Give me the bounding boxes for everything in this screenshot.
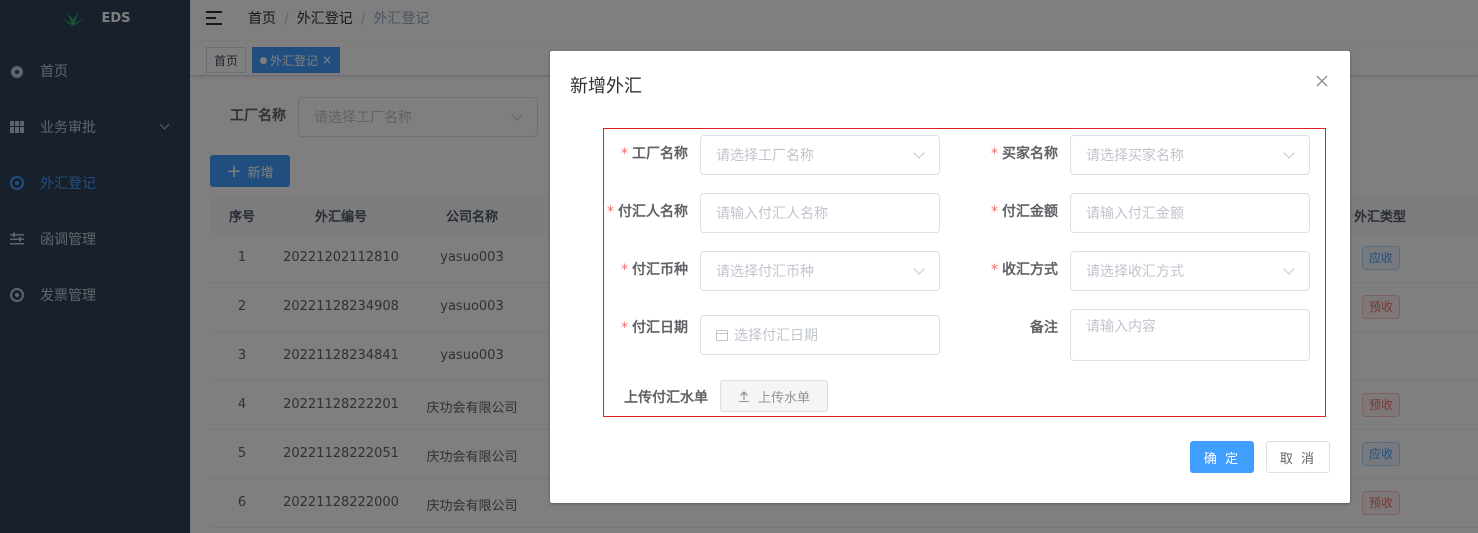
buyer-label: * 买家名称 bbox=[991, 146, 1058, 162]
factory-label: * 工厂名称 bbox=[621, 146, 688, 162]
date-picker[interactable]: 选择付汇日期 bbox=[700, 315, 940, 355]
payer-placeholder: 请输入付汇人名称 bbox=[716, 206, 828, 222]
confirm-button[interactable]: 确 定 bbox=[1190, 441, 1254, 473]
dialog-title: 新增外汇 bbox=[570, 76, 642, 97]
date-placeholder: 选择付汇日期 bbox=[734, 328, 818, 344]
chevron-down-icon bbox=[913, 147, 925, 159]
upload-label: 上传付汇水单 bbox=[624, 390, 708, 406]
buyer-placeholder: 请选择买家名称 bbox=[1086, 148, 1184, 164]
remark-placeholder: 请输入内容 bbox=[1086, 319, 1156, 335]
receive-method-placeholder: 请选择收汇方式 bbox=[1086, 264, 1184, 280]
amount-label: * 付汇金额 bbox=[991, 204, 1058, 220]
currency-label: * 付汇币种 bbox=[621, 262, 688, 278]
upload-button-label: 上传水单 bbox=[757, 390, 810, 406]
remark-label: 备注 bbox=[1030, 320, 1058, 336]
receive-method-label: * 收汇方式 bbox=[991, 262, 1058, 278]
date-label: * 付汇日期 bbox=[621, 320, 688, 336]
chevron-down-icon bbox=[1283, 147, 1295, 159]
currency-select[interactable]: 请选择付汇币种 bbox=[700, 251, 940, 291]
factory-select[interactable]: 请选择工厂名称 bbox=[700, 135, 940, 175]
add-forex-dialog: 新增外汇 * 工厂名称 请选择工厂名称 * 买家名称 请选择买家名称 * 付汇人名称 … bbox=[550, 51, 1350, 503]
chevron-down-icon bbox=[1283, 263, 1295, 275]
receive-method-select[interactable]: 请选择收汇方式 bbox=[1070, 251, 1310, 291]
upload-icon bbox=[738, 391, 749, 402]
buyer-select[interactable]: 请选择买家名称 bbox=[1070, 135, 1310, 175]
amount-input[interactable]: 请输入付汇金额 bbox=[1070, 193, 1310, 233]
factory-placeholder: 请选择工厂名称 bbox=[716, 148, 814, 164]
remark-textarea[interactable]: 请输入内容 bbox=[1070, 309, 1310, 361]
cancel-button[interactable]: 取 消 bbox=[1266, 441, 1330, 473]
payer-input[interactable]: 请输入付汇人名称 bbox=[700, 193, 940, 233]
currency-placeholder: 请选择付汇币种 bbox=[716, 264, 814, 280]
close-icon[interactable] bbox=[1314, 73, 1330, 89]
calendar-icon bbox=[716, 330, 728, 341]
payer-label: * 付汇人名称 bbox=[607, 204, 688, 220]
upload-button[interactable]: 上传水单 bbox=[720, 380, 828, 412]
amount-placeholder: 请输入付汇金额 bbox=[1086, 206, 1184, 222]
chevron-down-icon bbox=[913, 263, 925, 275]
